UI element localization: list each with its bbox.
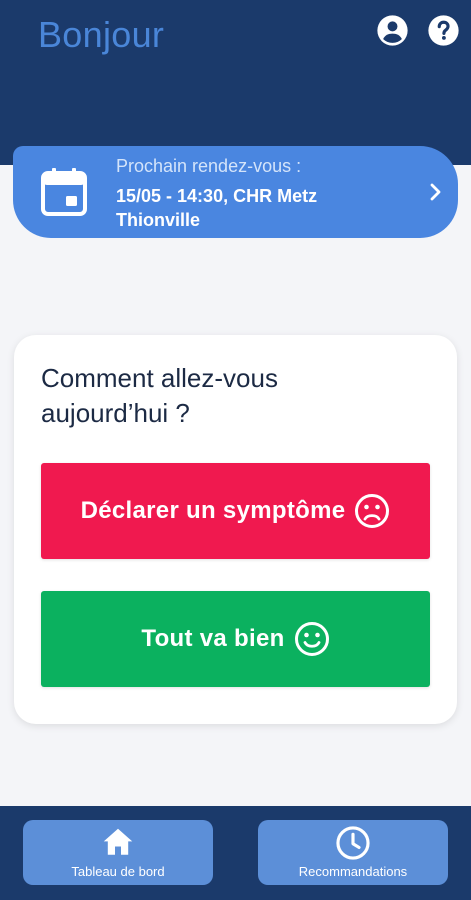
all-good-label: Tout va bien (141, 625, 285, 652)
nav-dashboard-button[interactable]: Tableau de bord (23, 820, 213, 885)
nav-recommendations-label: Recommandations (298, 864, 408, 879)
help-circle-icon (428, 15, 459, 46)
header: Bonjour (0, 0, 471, 165)
chevron-right-icon (430, 183, 441, 201)
account-circle-icon (377, 15, 408, 46)
happy-face-icon (294, 621, 330, 657)
calendar-icon-wrapper (41, 168, 87, 221)
checkin-card: Comment allez-vous aujourd’hui ? Déclare… (14, 335, 457, 724)
profile-button[interactable] (376, 14, 409, 47)
appointment-label: Prochain rendez-vous : (116, 156, 302, 176)
greeting-title: Bonjour (38, 14, 165, 55)
nav-recommendations-button[interactable]: Recommandations (258, 820, 448, 885)
declare-symptom-button[interactable]: Déclarer un symptôme (41, 463, 430, 559)
declare-symptom-label: Déclarer un symptôme (80, 497, 346, 524)
next-appointment-banner[interactable]: Prochain rendez-vous : 15/05 - 14:30, CH… (13, 146, 458, 238)
sad-face-icon (354, 493, 390, 529)
all-good-button[interactable]: Tout va bien (41, 591, 430, 687)
checkin-question: Comment allez-vous aujourd’hui ? (41, 363, 278, 428)
bottom-navigation: Tableau de bord Recommandations (0, 806, 471, 900)
nav-dashboard-label: Tableau de bord (71, 864, 165, 879)
calendar-icon (41, 168, 87, 216)
appointment-value: 15/05 - 14:30, CHR Metz Thionville (116, 186, 318, 230)
home-icon (23, 824, 213, 860)
clock-icon (258, 824, 448, 862)
help-button[interactable] (427, 14, 460, 47)
chevron-right-icon-wrapper (429, 182, 443, 207)
